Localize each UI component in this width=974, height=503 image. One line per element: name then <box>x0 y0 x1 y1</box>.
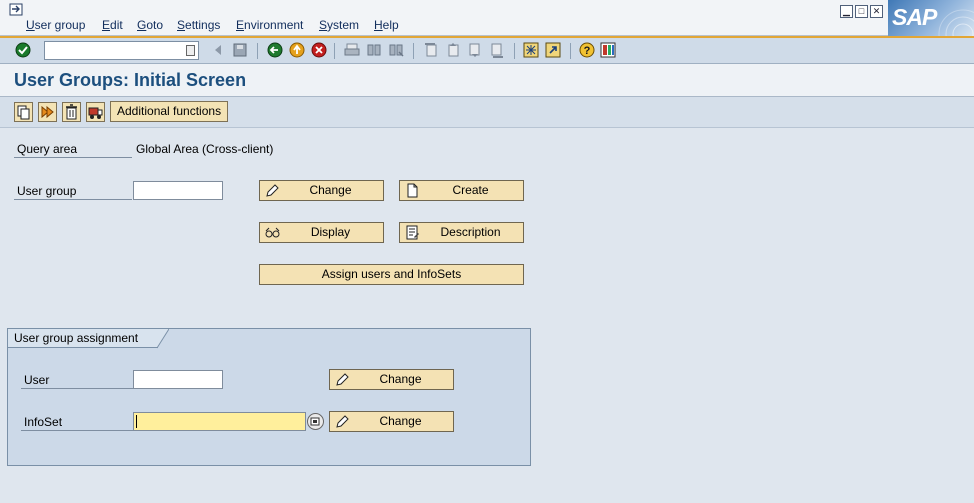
standard-toolbar: ? <box>0 36 974 64</box>
find-icon[interactable] <box>366 42 382 58</box>
print-icon[interactable] <box>344 42 360 58</box>
execute-icon <box>41 105 54 119</box>
label-underline <box>14 199 132 200</box>
create-session-icon[interactable] <box>523 42 539 58</box>
display-label: Display <box>310 225 351 239</box>
minimize-icon[interactable]: ▁ <box>840 5 853 18</box>
next-page-icon[interactable] <box>467 42 483 58</box>
page-title: User Groups: Initial Screen <box>14 70 247 90</box>
glasses-icon <box>265 227 280 238</box>
user-group-label: User group <box>17 184 77 198</box>
previous-page-icon[interactable] <box>445 42 461 58</box>
pencil-icon <box>336 415 349 428</box>
pencil-icon <box>266 184 279 197</box>
description-icon <box>406 225 419 240</box>
create-button[interactable]: Create <box>399 180 524 201</box>
layout-menu-icon[interactable] <box>600 42 616 58</box>
command-history-icon[interactable] <box>186 45 195 56</box>
window-controls: ▁ □ ✕ <box>840 5 883 18</box>
infoset-input[interactable] <box>133 412 306 431</box>
back-icon[interactable] <box>210 42 226 58</box>
user-label: User <box>24 373 50 387</box>
menu-user-group[interactable]: User group <box>26 18 85 32</box>
exit-icon[interactable] <box>289 42 305 58</box>
user-group-input[interactable] <box>133 181 223 200</box>
menu-system[interactable]: System <box>319 18 359 32</box>
additional-functions-button[interactable]: Additional functions <box>110 101 229 122</box>
menu-help[interactable]: Help <box>374 18 399 32</box>
user-group-assignment-box: User group assignment User Change InfoSe… <box>7 328 531 466</box>
change-user-group-button[interactable]: Change <box>259 180 384 201</box>
system-menu-icon[interactable] <box>9 3 23 16</box>
label-underline <box>21 388 133 389</box>
transport-button[interactable] <box>86 102 105 122</box>
svg-text:?: ? <box>584 45 591 57</box>
label-underline <box>14 157 132 158</box>
assign-label: Assign users and InfoSets <box>321 267 462 281</box>
delete-button[interactable] <box>62 102 81 122</box>
toolbar-separator <box>514 43 515 59</box>
toolbar-separator <box>413 43 414 59</box>
query-area-label: Query area <box>17 142 78 156</box>
transport-icon <box>88 107 103 119</box>
group-box-title: User group assignment <box>14 331 139 345</box>
last-page-icon[interactable] <box>489 42 505 58</box>
menu-settings[interactable]: Settings <box>177 18 220 32</box>
find-next-icon[interactable] <box>388 42 404 58</box>
back-green-icon[interactable] <box>267 42 283 58</box>
pencil-icon <box>336 373 349 386</box>
menu-bar: User group Edit Goto Settings Environmen… <box>0 0 974 36</box>
infoset-label: InfoSet <box>24 415 63 429</box>
change-label: Change <box>379 414 422 428</box>
execute-button[interactable] <box>38 102 57 122</box>
toolbar-separator <box>257 43 258 59</box>
user-input[interactable] <box>133 370 223 389</box>
create-label: Create <box>452 183 489 197</box>
menu-edit[interactable]: Edit <box>102 18 123 32</box>
change-label: Change <box>309 183 352 197</box>
main-area: Query area Global Area (Cross-client) Us… <box>0 128 974 503</box>
first-page-icon[interactable] <box>423 42 439 58</box>
tab-corner <box>157 329 169 349</box>
save-icon[interactable] <box>232 42 248 58</box>
description-label: Description <box>440 225 501 239</box>
change-user-button[interactable]: Change <box>329 369 454 390</box>
assign-users-infosets-button[interactable]: Assign users and InfoSets <box>259 264 524 285</box>
sap-logo: SAP <box>888 0 974 36</box>
copy-button[interactable] <box>14 102 33 122</box>
maximize-icon[interactable]: □ <box>855 5 868 18</box>
display-button[interactable]: Display <box>259 222 384 243</box>
value-help-button[interactable] <box>307 413 324 430</box>
close-icon[interactable]: ✕ <box>870 5 883 18</box>
menu-goto[interactable]: Goto <box>137 18 163 32</box>
group-box-tab: User group assignment <box>8 329 158 348</box>
application-toolbar: Additional functions <box>0 97 974 128</box>
enter-icon[interactable] <box>15 42 31 58</box>
title-bar: User Groups: Initial Screen <box>0 64 974 97</box>
label-underline <box>21 430 133 431</box>
help-icon[interactable]: ? <box>579 42 595 58</box>
description-button[interactable]: Description <box>399 222 524 243</box>
copy-icon <box>17 105 30 120</box>
delete-icon <box>66 104 77 120</box>
new-document-icon <box>407 183 418 198</box>
change-label: Change <box>379 372 422 386</box>
menu-environment[interactable]: Environment <box>236 18 303 32</box>
shortcut-icon[interactable] <box>545 42 561 58</box>
cancel-icon[interactable] <box>311 42 327 58</box>
command-field[interactable] <box>44 41 199 60</box>
value-help-icon <box>310 417 320 426</box>
toolbar-separator <box>570 43 571 59</box>
toolbar-separator <box>334 43 335 59</box>
change-infoset-button[interactable]: Change <box>329 411 454 432</box>
query-area-value: Global Area (Cross-client) <box>136 142 274 156</box>
text-cursor <box>136 415 137 428</box>
